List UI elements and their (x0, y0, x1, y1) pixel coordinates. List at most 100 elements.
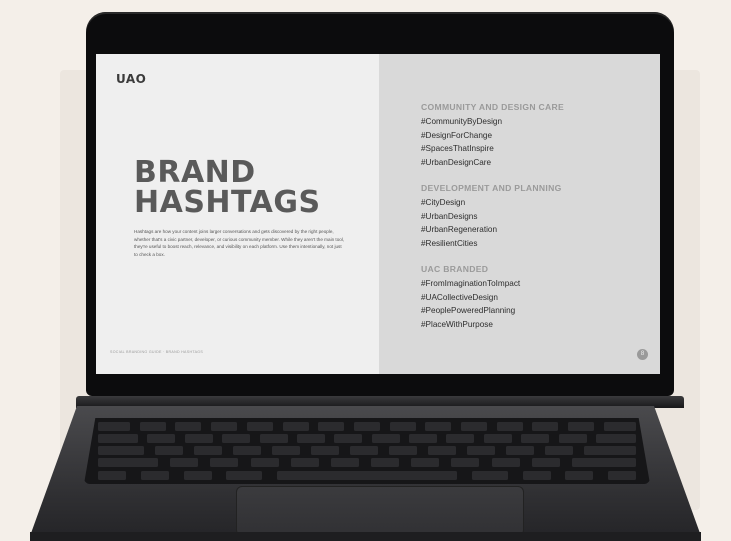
key (595, 434, 636, 443)
page-number-badge: 8 (637, 349, 648, 360)
key (522, 471, 551, 480)
key (183, 471, 212, 480)
section-heading: DEVELOPMENT AND PLANNING (421, 183, 562, 193)
key (411, 458, 440, 467)
section-heading: UAC BRANDED (421, 264, 489, 274)
laptop-screen: UAO BRAND HASHTAGS Hashtags are how your… (96, 54, 660, 374)
laptop-front-edge (30, 532, 701, 541)
key (170, 458, 199, 467)
key (491, 458, 520, 467)
keyboard (84, 418, 650, 484)
key (222, 434, 251, 443)
key (603, 422, 636, 431)
key (211, 422, 238, 431)
key (353, 422, 380, 431)
key (571, 458, 636, 467)
key (532, 422, 559, 431)
keyboard-row (84, 434, 650, 443)
title-line-2: HASHTAGS (134, 185, 321, 220)
key (318, 422, 345, 431)
key (233, 446, 261, 455)
key (98, 471, 126, 480)
key (371, 434, 400, 443)
key (98, 446, 144, 455)
key (451, 458, 480, 467)
key (558, 434, 587, 443)
key (409, 434, 437, 443)
hashtag: #SpacesThatInspire (421, 144, 494, 154)
key (282, 422, 309, 431)
hashtag: #UACollectiveDesign (421, 292, 498, 302)
hashtag-section-development: DEVELOPMENT AND PLANNING #CityDesign #Ur… (421, 183, 562, 250)
key (98, 458, 158, 467)
key (531, 458, 560, 467)
key (461, 422, 488, 431)
key (296, 434, 325, 443)
brand-logo: UAO (116, 72, 147, 86)
key (608, 471, 636, 480)
hashtag: #UrbanDesigns (421, 211, 478, 221)
key (483, 434, 512, 443)
key (467, 446, 495, 455)
hashtag: #FromImaginationToImpact (421, 279, 521, 288)
key (521, 434, 550, 443)
slide-title: BRAND HASHTAGS (134, 158, 321, 218)
key (226, 471, 263, 480)
key (389, 422, 416, 431)
key (545, 446, 573, 455)
key (428, 446, 456, 455)
section-heading: COMMUNITY AND DESIGN CARE (421, 102, 565, 112)
trackpad (236, 486, 524, 536)
key (371, 458, 400, 467)
slide-body-text: Hashtags are how your content joins larg… (134, 229, 345, 257)
key (155, 446, 183, 455)
hashtag: #ResilientCities (421, 238, 478, 248)
slide-footer: SOCIAL BRANDING GUIDE · BRAND HASHTAGS (110, 350, 204, 354)
hashtag: #CommunityByDesign (421, 117, 502, 126)
key (272, 446, 300, 455)
key (194, 446, 222, 455)
laptop-scene: UAO BRAND HASHTAGS Hashtags are how your… (0, 0, 731, 541)
spacebar-key (277, 471, 457, 480)
key (496, 422, 523, 431)
key (446, 434, 475, 443)
key (246, 422, 273, 431)
hashtag: #PlaceWithPurpose (421, 319, 493, 329)
keyboard-row (84, 422, 650, 431)
hashtag: #DesignForChange (421, 130, 493, 140)
key (259, 434, 288, 443)
hashtag: #UrbanDesignCare (421, 157, 492, 167)
key (250, 458, 279, 467)
hashtag-section-uac-branded: UAC BRANDED #FromImaginationToImpact #UA… (421, 264, 520, 331)
key (175, 422, 202, 431)
slide-right-page: COMMUNITY AND DESIGN CARE #CommunityByDe… (379, 54, 660, 374)
key (350, 446, 378, 455)
slide-left-page: UAO BRAND HASHTAGS Hashtags are how your… (96, 54, 379, 374)
key (98, 422, 130, 431)
key (471, 471, 508, 480)
key (311, 446, 339, 455)
hashtag: #CityDesign (421, 198, 466, 207)
keyboard-row (84, 446, 650, 455)
key (565, 471, 594, 480)
key (147, 434, 176, 443)
hashtag-section-community: COMMUNITY AND DESIGN CARE #CommunityByDe… (421, 102, 564, 169)
key (139, 422, 166, 431)
key (184, 434, 213, 443)
key (389, 446, 417, 455)
keyboard-row (84, 471, 650, 480)
keyboard-row (84, 458, 650, 467)
title-line-1: BRAND (134, 155, 256, 190)
key (330, 458, 359, 467)
key (140, 471, 169, 480)
key (425, 422, 452, 431)
hashtag: #UrbanRegeneration (421, 225, 498, 235)
key (98, 434, 138, 443)
hashtag: #PeoplePoweredPlanning (421, 306, 516, 316)
key (334, 434, 363, 443)
key (210, 458, 239, 467)
key (290, 458, 319, 467)
key (506, 446, 534, 455)
key (568, 422, 595, 431)
key (584, 446, 636, 455)
